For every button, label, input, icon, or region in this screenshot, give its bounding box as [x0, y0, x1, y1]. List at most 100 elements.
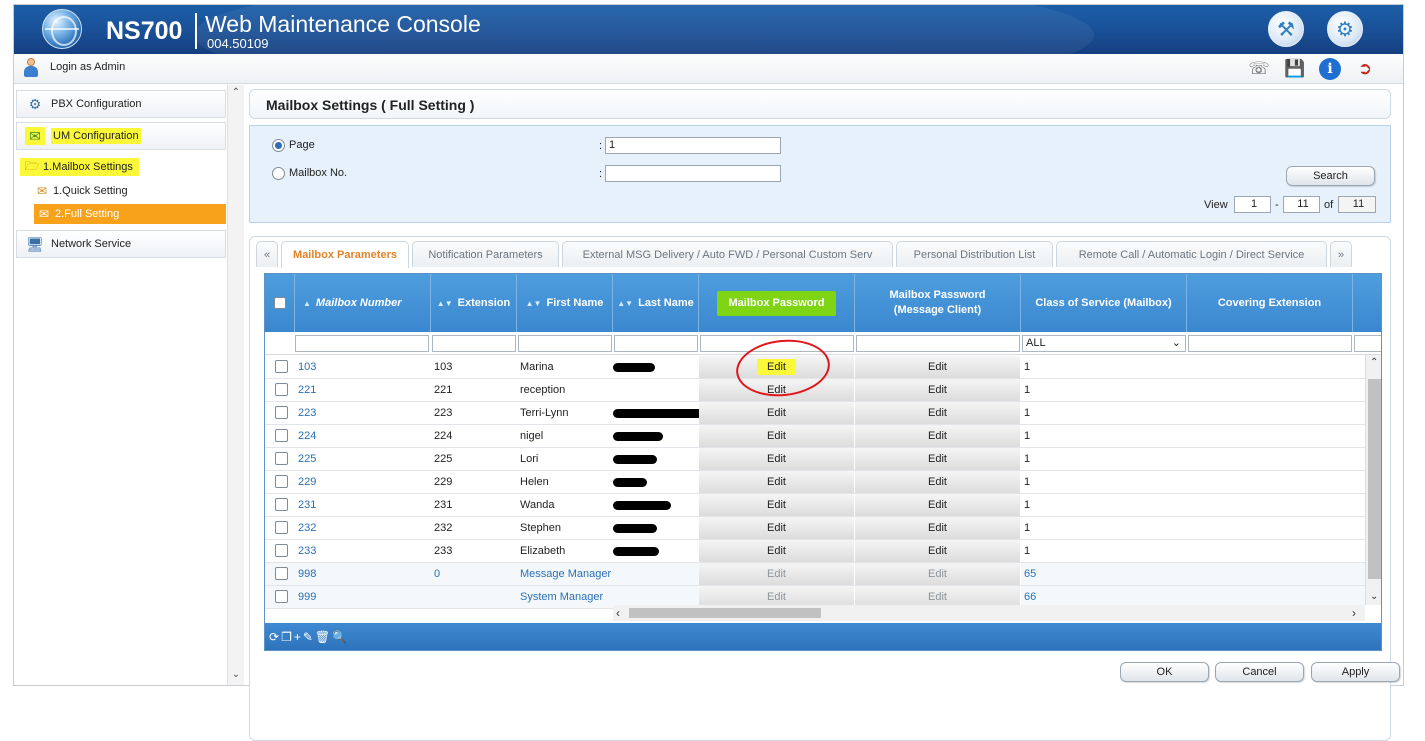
apply-button[interactable]: Apply: [1311, 662, 1400, 682]
table-row[interactable]: 233 233 Elizabeth Edit Edit 1: [265, 540, 1365, 563]
mailbox-number-link[interactable]: 999: [295, 586, 431, 608]
mailbox-number-link[interactable]: 229: [295, 471, 431, 493]
mailbox-password-edit-button[interactable]: Edit: [699, 471, 855, 493]
select-all-checkbox[interactable]: [273, 297, 286, 309]
mailbox-number-link[interactable]: 998: [295, 563, 431, 585]
refresh-icon[interactable]: ⟳: [269, 630, 281, 644]
mailbox-password-edit-button[interactable]: Edit: [699, 540, 855, 562]
mailbox-password-mc-edit-button[interactable]: Edit: [855, 494, 1021, 516]
col-last-name[interactable]: ▲▼ Last Name: [613, 274, 699, 332]
scroll-up-icon[interactable]: ⌃: [1370, 357, 1378, 368]
mailbox-no-input[interactable]: [605, 165, 781, 182]
filter-extension[interactable]: [432, 335, 516, 352]
phone-icon[interactable]: ☏: [1248, 58, 1270, 80]
ok-button[interactable]: OK: [1120, 662, 1209, 682]
scroll-left-icon[interactable]: ‹: [616, 606, 620, 620]
mailbox-number-link[interactable]: 233: [295, 540, 431, 562]
mailbox-password-mc-edit-button[interactable]: Edit: [855, 448, 1021, 470]
sidebar-item-um-configuration[interactable]: ✉ UM Configuration: [16, 122, 226, 150]
mailbox-number-link[interactable]: 224: [295, 425, 431, 447]
sidebar-item-network-service[interactable]: 🖥 Network Service: [16, 230, 226, 258]
cos-filter-select[interactable]: ALL ⌄: [1022, 335, 1186, 352]
tab-prev-button[interactable]: «: [256, 241, 278, 267]
filter-covering-extension[interactable]: [1188, 335, 1352, 352]
mailbox-number-link[interactable]: 225: [295, 448, 431, 470]
col-covering-extension[interactable]: Covering Extension: [1187, 274, 1353, 332]
mailbox-no-radio[interactable]: [272, 167, 285, 180]
col-mailbox-password[interactable]: Mailbox Password: [699, 274, 855, 332]
mailbox-number-link[interactable]: 223: [295, 402, 431, 424]
tab-personal-distribution-list[interactable]: Personal Distribution List: [896, 241, 1053, 267]
col-class-of-service[interactable]: Class of Service (Mailbox): [1021, 274, 1187, 332]
scroll-right-icon[interactable]: ›: [1352, 606, 1356, 620]
sidebar-scrollbar[interactable]: ⌃ ⌄: [227, 85, 244, 685]
mailbox-password-mc-edit-button[interactable]: Edit: [855, 379, 1021, 401]
row-checkbox[interactable]: [275, 521, 288, 534]
row-checkbox[interactable]: [275, 567, 288, 580]
mailbox-password-edit-button[interactable]: Edit: [699, 402, 855, 424]
mailbox-password-mc-edit-button[interactable]: Edit: [855, 425, 1021, 447]
save-icon[interactable]: 💾: [1284, 58, 1306, 80]
copy-icon[interactable]: ❐: [281, 630, 294, 644]
scroll-down-icon[interactable]: ⌄: [1370, 591, 1378, 602]
scroll-thumb[interactable]: [1368, 379, 1381, 579]
settings-gear-icon[interactable]: ⚙: [1327, 11, 1363, 47]
logout-icon[interactable]: ➲: [1354, 58, 1376, 80]
edit-icon[interactable]: ✎: [303, 630, 315, 644]
row-checkbox[interactable]: [275, 475, 288, 488]
table-row[interactable]: 998 0 Message Manager Edit Edit 65: [265, 563, 1365, 586]
page-input[interactable]: 1: [605, 137, 781, 154]
scroll-up-icon[interactable]: ⌃: [228, 87, 244, 98]
tab-next-button[interactable]: »: [1330, 241, 1352, 267]
col-first-name[interactable]: ▲▼ First Name: [517, 274, 613, 332]
mailbox-password-mc-edit-button[interactable]: Edit: [855, 517, 1021, 539]
scroll-down-icon[interactable]: ⌄: [228, 669, 244, 680]
filter-more[interactable]: [1354, 335, 1381, 352]
mailbox-number-link[interactable]: 103: [295, 356, 431, 378]
col-mailbox-password-message-client[interactable]: Mailbox Password (Message Client): [855, 274, 1021, 332]
grid-vertical-scrollbar[interactable]: ⌃ ⌄: [1365, 355, 1381, 605]
table-row[interactable]: 231 231 Wanda Edit Edit 1: [265, 494, 1365, 517]
delete-icon[interactable]: 🗑: [315, 630, 332, 644]
mailbox-number-link[interactable]: 231: [295, 494, 431, 516]
tab-mailbox-parameters[interactable]: Mailbox Parameters: [281, 241, 409, 268]
col-extension[interactable]: ▲▼ Extension: [431, 274, 517, 332]
row-checkbox[interactable]: [275, 452, 288, 465]
sidebar-item-mailbox-settings[interactable]: 🗁 1.Mailbox Settings: [20, 157, 139, 177]
hammer-tool-icon[interactable]: ⚒: [1268, 11, 1304, 47]
page-radio[interactable]: [272, 139, 285, 152]
sidebar-item-quick-setting[interactable]: ✉ 1.Quick Setting: [34, 181, 128, 201]
cancel-button[interactable]: Cancel: [1215, 662, 1304, 682]
add-icon[interactable]: +: [294, 630, 303, 644]
table-row[interactable]: 223 223 Terri-Lynn Edit Edit 1: [265, 402, 1365, 425]
mailbox-password-mc-edit-button[interactable]: Edit: [855, 540, 1021, 562]
search-button[interactable]: Search: [1286, 166, 1375, 186]
mailbox-number-link[interactable]: 221: [295, 379, 431, 401]
row-checkbox[interactable]: [275, 383, 288, 396]
row-checkbox[interactable]: [275, 429, 288, 442]
mailbox-password-mc-edit-button[interactable]: Edit: [855, 563, 1021, 585]
mailbox-password-edit-button[interactable]: Edit: [699, 494, 855, 516]
col-mailbox-number[interactable]: ▲ Mailbox Number: [295, 274, 431, 332]
tab-remote-call[interactable]: Remote Call / Automatic Login / Direct S…: [1056, 241, 1327, 267]
info-icon[interactable]: i: [1319, 58, 1341, 80]
table-row[interactable]: 229 229 Helen Edit Edit 1: [265, 471, 1365, 494]
filter-mailbox-number[interactable]: [295, 335, 429, 352]
mailbox-password-edit-button[interactable]: Edit: [699, 448, 855, 470]
filter-last-name[interactable]: [614, 335, 698, 352]
scroll-thumb[interactable]: [629, 608, 821, 618]
table-row[interactable]: 232 232 Stephen Edit Edit 1: [265, 517, 1365, 540]
row-checkbox[interactable]: [275, 498, 288, 511]
tab-notification-parameters[interactable]: Notification Parameters: [412, 241, 559, 267]
filter-first-name[interactable]: [518, 335, 612, 352]
mailbox-password-edit-button[interactable]: Edit: [699, 563, 855, 585]
filter-mailbox-password-mc[interactable]: [856, 335, 1020, 352]
search-icon[interactable]: 🔍: [332, 630, 349, 644]
table-row[interactable]: 224 224 nigel Edit Edit 1: [265, 425, 1365, 448]
mailbox-password-mc-edit-button[interactable]: Edit: [855, 471, 1021, 493]
row-checkbox[interactable]: [275, 544, 288, 557]
view-from-input[interactable]: 1: [1234, 196, 1271, 213]
row-checkbox[interactable]: [275, 590, 288, 603]
mailbox-password-edit-button[interactable]: Edit: [699, 425, 855, 447]
row-checkbox[interactable]: [275, 360, 288, 373]
